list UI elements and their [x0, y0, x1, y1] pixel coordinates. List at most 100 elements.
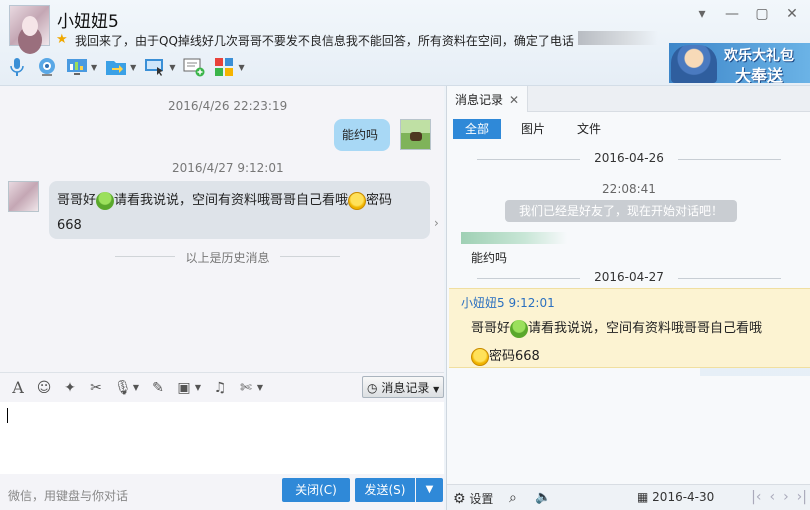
scissors-icon[interactable]: ✄ — [238, 380, 254, 396]
contact-avatar[interactable] — [9, 5, 50, 46]
redacted-sender-name — [461, 232, 567, 244]
message-timestamp: 2016/4/26 22:23:19 — [168, 99, 288, 113]
emoji-icon — [348, 191, 367, 210]
chevron-down-icon: ▼ — [130, 62, 137, 72]
history-footer: ⚙ 设置 ⌕ 🔈 ▦ 2016-4-30 |‹ ‹ › ›| — [447, 484, 810, 510]
chevron-down-icon: ▼ — [433, 385, 440, 394]
emoji-icon — [96, 191, 115, 210]
apps-button[interactable]: ▼ — [213, 55, 245, 79]
send-button[interactable]: 发送(S) — [355, 478, 415, 502]
promo-line-2: 大奉送 — [735, 66, 784, 83]
file-transfer-icon — [106, 61, 127, 75]
date-picker-value: 2016-4-30 — [652, 490, 715, 504]
tab-label: 消息记录 — [455, 93, 504, 107]
emoji-icon — [471, 347, 489, 366]
speaker-icon[interactable]: 🔈 — [535, 490, 551, 505]
history-filter-bar: 全部 图片 文件 — [453, 119, 621, 139]
history-message-text[interactable]: 能约吗 — [471, 249, 507, 266]
peer-avatar[interactable] — [8, 181, 39, 212]
date-picker[interactable]: ▦ 2016-4-30 — [637, 490, 714, 504]
magic-icon[interactable]: ✦ — [62, 380, 78, 396]
last-page-icon[interactable]: ›| — [797, 489, 807, 505]
tab-message-history[interactable]: 消息记录 ✕ — [447, 86, 529, 112]
first-page-icon[interactable]: |‹ — [751, 489, 761, 505]
chevron-down-icon: ▼ — [91, 62, 98, 72]
system-message: 我们已经是好友了，现在开始对话吧！ — [505, 200, 737, 222]
chat-toolbar: ▼ ▼ ▼ ▼ — [6, 54, 253, 80]
text-caret — [7, 408, 8, 423]
star-icon: ★ — [56, 32, 68, 47]
outgoing-message-bubble[interactable]: 能约吗 — [334, 119, 390, 151]
screenshot-icon[interactable]: ✂ — [88, 380, 104, 396]
incoming-message-bubble[interactable]: 哥哥好 请看我说说，空间有资料哦哥哥自己看哦 密码 668 — [49, 181, 430, 239]
filter-all[interactable]: 全部 — [453, 119, 502, 139]
highlighted-history-message[interactable]: 小妞妞5 9:12:01 哥哥好 请看我说说，空间有资料哦哥哥自己看哦 密码668 — [449, 288, 810, 368]
music-icon[interactable]: ♫ — [212, 380, 228, 396]
voice-call-button[interactable] — [6, 55, 28, 79]
message-text: 哥哥好 — [57, 193, 97, 208]
date-separator: 2016-04-27 — [447, 270, 810, 286]
remote-desktop-icon — [145, 59, 164, 76]
filter-files[interactable]: 文件 — [565, 119, 613, 139]
collapse-panel-icon[interactable]: › — [434, 216, 446, 236]
history-tabbar: 消息记录 ✕ — [447, 86, 810, 112]
message-text: 668 — [57, 218, 82, 233]
history-panel: 消息记录 ✕ 全部 图片 文件 2016-04-26 22:08:41 我们已经是… — [446, 86, 810, 510]
window-controls: ▾ — ▢ ✕ — [694, 6, 800, 22]
close-icon[interactable]: ✕ — [509, 93, 519, 107]
edit-icon[interactable]: ✎ — [150, 380, 166, 396]
history-sender: 小妞妞5 9:12:01 — [461, 296, 555, 310]
image-icon[interactable]: ▣ — [176, 380, 192, 396]
video-call-button[interactable] — [36, 55, 58, 79]
promo-banner[interactable]: 欢乐大礼包 大奉送 — [669, 43, 810, 83]
file-transfer-button[interactable]: ▼ — [105, 55, 136, 79]
apps-grid-icon — [215, 58, 234, 76]
message-text: 请看我说说，空间有资料哦哥哥自己看哦 — [114, 193, 349, 208]
calendar-icon: ▦ — [637, 490, 649, 504]
search-icon[interactable]: ⌕ — [509, 490, 517, 506]
prev-page-icon[interactable]: ‹ — [769, 489, 775, 505]
camera-icon — [39, 58, 55, 76]
chevron-down-icon: ▼ — [169, 62, 176, 72]
clock-icon: ◷ — [367, 381, 378, 395]
chat-window-header: 小妞妞5 ★ 我回来了，由于QQ掉线好几次哥哥不要发不良信息我不能回答，所有资料… — [0, 0, 810, 86]
chevron-down-icon[interactable]: ▼ — [256, 380, 264, 396]
history-divider: 以上是历史消息 — [115, 249, 340, 265]
history-button-label: 消息记录 — [381, 381, 430, 395]
screen-share-button[interactable]: ▼ — [66, 55, 97, 79]
emoji-icon — [510, 319, 529, 338]
history-message-body: 哥哥好 请看我说说，空间有资料哦哥哥自己看哦 密码668 — [471, 319, 763, 366]
settings-button[interactable]: ⚙ 设置 — [453, 490, 493, 507]
gear-icon: ⚙ — [453, 491, 466, 507]
chevron-down-icon[interactable]: ▼ — [194, 380, 202, 396]
share-screen-add-button[interactable] — [183, 55, 205, 79]
system-time: 22:08:41 — [602, 182, 656, 196]
filter-images[interactable]: 图片 — [509, 119, 557, 139]
close-window-button[interactable]: ✕ — [784, 6, 800, 22]
voice-icon[interactable]: 🎙 — [114, 380, 132, 396]
message-history-button[interactable]: ◷ 消息记录 ▼ — [362, 376, 444, 398]
send-options-button[interactable]: ▼ — [416, 478, 443, 502]
remote-desktop-button[interactable]: ▼ — [144, 55, 175, 79]
message-timestamp: 2016/4/27 9:12:01 — [172, 161, 284, 175]
promo-character-image — [671, 45, 717, 83]
chevron-down-icon[interactable]: ▼ — [132, 380, 140, 396]
next-page-icon[interactable]: › — [783, 489, 789, 505]
microphone-icon — [10, 58, 24, 76]
date-separator: 2016-04-26 — [447, 151, 810, 167]
minimize-button[interactable]: — — [724, 6, 740, 22]
history-navigation: |‹ ‹ › ›| — [751, 489, 807, 505]
dropdown-icon[interactable]: ▾ — [694, 6, 710, 22]
contact-signature: 我回来了，由于QQ掉线好几次哥哥不要发不良信息我不能回答，所有资料在空间，确定了… — [75, 34, 574, 48]
emoji-icon[interactable]: ☺ — [36, 380, 52, 396]
maximize-button[interactable]: ▢ — [754, 6, 770, 22]
message-input[interactable] — [0, 402, 444, 474]
input-footer: 微信，用键盘与你对话 关闭(C) 发送(S) ▼ — [0, 474, 444, 510]
chevron-down-icon: ▼ — [238, 62, 245, 72]
chat-message-area[interactable]: 2016/4/26 22:23:19 能约吗 2016/4/27 9:12:01… — [0, 86, 444, 372]
close-button[interactable]: 关闭(C) — [282, 478, 350, 502]
contact-name[interactable]: 小妞妞5 — [57, 7, 119, 32]
font-icon[interactable]: A — [10, 379, 26, 396]
self-avatar[interactable] — [400, 119, 431, 150]
input-hint: 微信，用键盘与你对话 — [8, 489, 129, 503]
